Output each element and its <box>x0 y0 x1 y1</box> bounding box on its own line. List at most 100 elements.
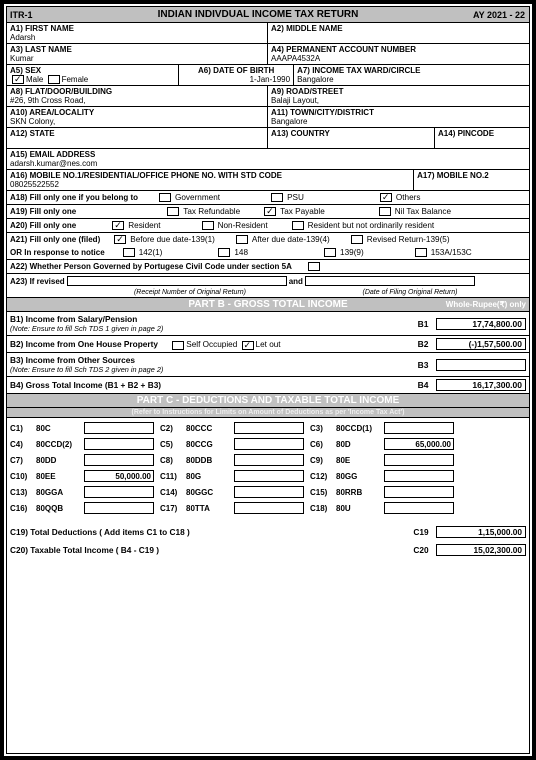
deduction-box[interactable] <box>234 422 304 434</box>
a1-label: A1) FIRST NAME <box>10 24 264 33</box>
deduction-box[interactable]: 50,000.00 <box>84 470 154 482</box>
deduction-box[interactable] <box>84 438 154 450</box>
chk-self-occ[interactable] <box>172 341 184 350</box>
chk-a22[interactable] <box>308 262 320 271</box>
box-original-date[interactable] <box>305 276 475 286</box>
line-b2: B2) Income from One House Property Self … <box>7 336 529 353</box>
chk-revised[interactable] <box>351 235 363 244</box>
deduction-box[interactable] <box>234 502 304 514</box>
a16-label: A16) MOBILE NO.1/RESIDENTIAL/OFFICE PHON… <box>10 171 410 180</box>
row-a21: A21) Fill only one (filed) Before due da… <box>7 233 529 246</box>
a11-label: A11) TOWN/CITY/DISTRICT <box>271 108 526 117</box>
a13-label: A13) COUNTRY <box>271 129 431 138</box>
row-a23: A23) If revised and <box>7 274 529 288</box>
deduction-row: C4)80CCD(2)C5)80CCGC6)80D65,000.00 <box>10 438 526 450</box>
chk-before-due[interactable] <box>114 235 126 244</box>
deduction-row: C13)80GGAC14)80GGCC15)80RRB <box>10 486 526 498</box>
a8-label: A8) FLAT/DOOR/BUILDING <box>10 87 264 96</box>
deduction-row: C7)80DDC8)80DDBC9)80E <box>10 454 526 466</box>
a4-label: A4) PERMANENT ACCOUNT NUMBER <box>271 45 526 54</box>
box-receipt-no[interactable] <box>67 276 287 286</box>
chk-gov[interactable] <box>159 193 171 202</box>
a9-value: Balaji Layout, <box>271 96 526 105</box>
row-a20: A20) Fill only one Resident Non-Resident… <box>7 219 529 233</box>
b3-amount <box>436 359 526 371</box>
part-c-sub: (Refer to Instructions for Limits on Amo… <box>7 408 529 418</box>
a5-value: Male Female <box>10 75 175 84</box>
row-a3-a4: A3) LAST NAMEKumar A4) PERMANENT ACCOUNT… <box>7 44 529 65</box>
deduction-box[interactable] <box>84 502 154 514</box>
b4-amount: 16,17,300.00 <box>436 379 526 391</box>
deduction-box[interactable] <box>234 486 304 498</box>
chk-139-9[interactable] <box>324 248 336 257</box>
form-title: INDIAN INDIVDUAL INCOME TAX RETURN <box>62 9 454 20</box>
deduction-box[interactable] <box>384 454 454 466</box>
a6-value: 1-Jan-1990 <box>182 75 290 84</box>
chk-nil[interactable] <box>379 207 391 216</box>
checkbox-female[interactable] <box>48 75 60 84</box>
row-a19: A19) Fill only one Tax Refundable Tax Pa… <box>7 205 529 219</box>
row-a15: A15) EMAIL ADDRESSadarsh.kumar@nes.com <box>7 149 529 170</box>
a7-label: A7) INCOME TAX WARD/CIRCLE <box>297 66 526 75</box>
row-a16-a17: A16) MOBILE NO.1/RESIDENTIAL/OFFICE PHON… <box>7 170 529 191</box>
deduction-box[interactable] <box>234 438 304 450</box>
deduction-box[interactable] <box>84 454 154 466</box>
chk-153[interactable] <box>415 248 427 257</box>
a7-value: Bangalore <box>297 75 526 84</box>
row-a1-a2: A1) FIRST NAMEAdarsh A2) MIDDLE NAME <box>7 23 529 44</box>
deduction-box[interactable] <box>384 486 454 498</box>
form-body: ITR-1 INDIAN INDIVDUAL INCOME TAX RETURN… <box>6 6 530 754</box>
a9-label: A9) ROAD/STREET <box>271 87 526 96</box>
line-b1: B1) Income from Salary/Pension(Note: Ens… <box>7 312 529 336</box>
deduction-box[interactable] <box>84 422 154 434</box>
deductions-grid: C1)80CC2)80CCCC3)80CCD(1)C4)80CCD(2)C5)8… <box>7 418 529 522</box>
a1-value: Adarsh <box>10 33 264 42</box>
deduction-row: C10)80EE50,000.00C11)80GC12)80GG <box>10 470 526 482</box>
deduction-row: C16)80QQBC17)80TTAC18)80U <box>10 502 526 514</box>
line-c19: C19) Total Deductions ( Add items C1 to … <box>7 524 529 540</box>
row-a5-a6-a7: A5) SEX Male Female A6) DATE OF BIRTH 1-… <box>7 65 529 86</box>
chk-others[interactable] <box>380 193 392 202</box>
row-a12-a13-a14: A12) STATE A13) COUNTRY A14) PINCODE <box>7 128 529 149</box>
chk-nonresident[interactable] <box>202 221 214 230</box>
chk-psu[interactable] <box>271 193 283 202</box>
page: ITR-1 INDIAN INDIVDUAL INCOME TAX RETURN… <box>0 0 536 760</box>
chk-after-due[interactable] <box>236 235 248 244</box>
line-c20: C20) Taxable Total Income ( B4 - C19 ) C… <box>7 542 529 558</box>
checkbox-male[interactable] <box>12 75 24 84</box>
a10-label: A10) AREA/LOCALITY <box>10 108 264 117</box>
assessment-year: AY 2021 - 22 <box>454 10 529 20</box>
a4-value: AAAPA4532A <box>271 54 526 63</box>
row-a10-a11: A10) AREA/LOCALITYSKN Colony, A11) TOWN/… <box>7 107 529 128</box>
deduction-box[interactable] <box>234 470 304 482</box>
chk-rnor[interactable] <box>292 221 304 230</box>
deduction-box[interactable]: 65,000.00 <box>384 438 454 450</box>
chk-letout[interactable] <box>242 341 254 350</box>
chk-refundable[interactable] <box>167 207 179 216</box>
title-bar: ITR-1 INDIAN INDIVDUAL INCOME TAX RETURN… <box>7 7 529 23</box>
b1-amount: 17,74,800.00 <box>436 318 526 330</box>
deduction-box[interactable] <box>384 470 454 482</box>
chk-payable[interactable] <box>264 207 276 216</box>
a2-label: A2) MIDDLE NAME <box>271 24 526 33</box>
deduction-box[interactable] <box>84 486 154 498</box>
deduction-box[interactable] <box>384 422 454 434</box>
line-b3: B3) Income from Other Sources(Note: Ensu… <box>7 353 529 377</box>
a3-label: A3) LAST NAME <box>10 45 264 54</box>
deduction-box[interactable] <box>384 502 454 514</box>
chk-142[interactable] <box>123 248 135 257</box>
deduction-box[interactable] <box>234 454 304 466</box>
a17-label: A17) MOBILE NO.2 <box>417 171 526 180</box>
a5-label: A5) SEX <box>10 66 175 75</box>
a6-label: A6) DATE OF BIRTH <box>182 66 290 75</box>
line-b4: B4) Gross Total Income (B1 + B2 + B3) B4… <box>7 377 529 394</box>
chk-148[interactable] <box>218 248 230 257</box>
a15-label: A15) EMAIL ADDRESS <box>10 150 526 159</box>
part-c-header: PART C - DEDUCTIONS AND TAXABLE TOTAL IN… <box>7 394 529 408</box>
chk-resident[interactable] <box>112 221 124 230</box>
a15-value: adarsh.kumar@nes.com <box>10 159 526 168</box>
row-a8-a9: A8) FLAT/DOOR/BUILDING#26, 9th Cross Roa… <box>7 86 529 107</box>
a12-label: A12) STATE <box>10 129 264 138</box>
c20-amount: 15,02,300.00 <box>436 544 526 556</box>
a10-value: SKN Colony, <box>10 117 264 126</box>
